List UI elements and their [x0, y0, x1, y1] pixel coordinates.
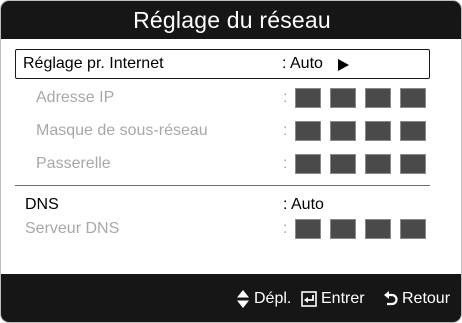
return-icon — [384, 291, 398, 306]
value-block — [365, 88, 391, 108]
subnet-mask-row: Masque de sous-réseau : — [15, 116, 430, 146]
up-down-arrows-icon — [237, 290, 249, 308]
value-block — [295, 121, 321, 141]
move-hint: Dépl. — [254, 290, 292, 307]
dns-server-row: Serveur DNS : — [15, 214, 430, 244]
value-block — [400, 154, 426, 174]
network-settings-dialog: Réglage du réseau Réglage pr. Internet :… — [0, 0, 462, 323]
value-block — [365, 154, 391, 174]
value-block — [400, 88, 426, 108]
value-block — [295, 154, 321, 174]
gateway-label: Passerelle — [36, 155, 111, 172]
internet-setting-label: Réglage pr. Internet — [23, 54, 164, 72]
value-block — [295, 88, 321, 108]
dialog-title: Réglage du réseau — [1, 1, 461, 39]
enter-icon — [301, 291, 317, 307]
internet-setting-row[interactable]: Réglage pr. Internet : Auto — [15, 49, 430, 79]
value-block — [295, 219, 321, 239]
value-block — [365, 121, 391, 141]
gateway-row: Passerelle : — [15, 149, 430, 179]
value-block — [330, 121, 356, 141]
dns-server-colon: : — [283, 220, 288, 237]
value-block — [365, 219, 391, 239]
return-hint: Retour — [402, 290, 451, 307]
ip-address-label: Adresse IP — [36, 89, 115, 106]
triangle-right-icon — [338, 59, 349, 71]
value-block — [400, 121, 426, 141]
value-block — [330, 219, 356, 239]
section-divider — [15, 185, 430, 186]
gateway-colon: : — [283, 155, 288, 172]
value-block — [400, 219, 426, 239]
ip-address-colon: : — [283, 89, 288, 106]
footer-bar: Dépl. Entrer Retour — [1, 274, 461, 322]
dns-server-label: Serveur DNS — [25, 220, 120, 237]
value-block — [330, 154, 356, 174]
internet-setting-value: : Auto — [282, 54, 323, 72]
enter-hint: Entrer — [321, 290, 365, 307]
ip-address-row: Adresse IP : — [15, 83, 430, 113]
subnet-mask-label: Masque de sous-réseau — [36, 122, 208, 139]
subnet-mask-colon: : — [283, 122, 288, 139]
value-block — [330, 88, 356, 108]
